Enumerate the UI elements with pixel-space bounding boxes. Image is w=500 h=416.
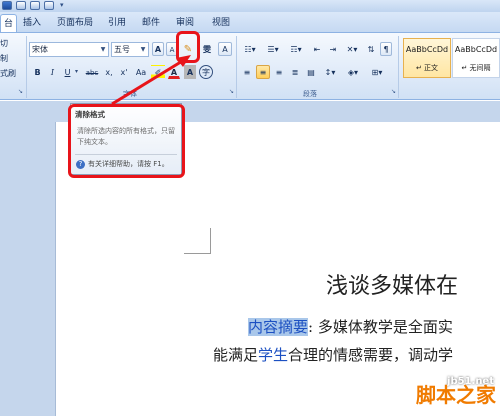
annotation-arrow <box>111 55 191 106</box>
watermark-logo: 脚本之家 <box>416 383 496 407</box>
